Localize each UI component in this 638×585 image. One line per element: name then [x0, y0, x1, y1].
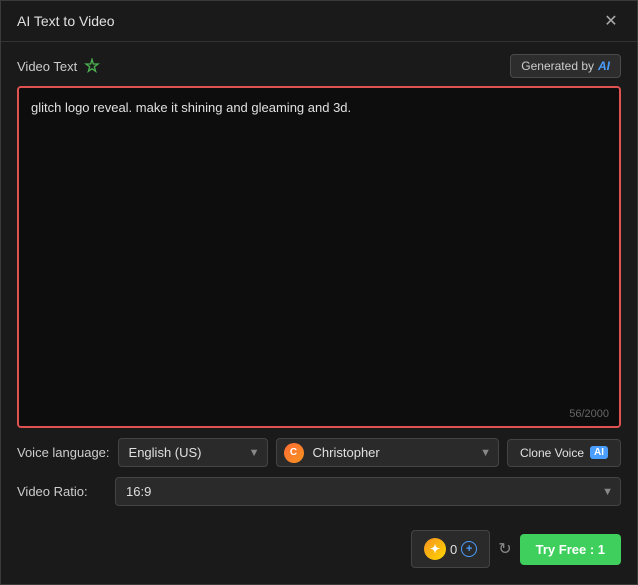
- ai-text-to-video-dialog: AI Text to Video ✕ Video Text Generated …: [0, 0, 638, 585]
- language-select-wrapper: English (US) English (UK) Spanish French…: [118, 438, 268, 467]
- clone-ai-badge: AI: [590, 446, 608, 459]
- footer-row: ✦ 0 + ↻ Try Free : 1: [17, 530, 621, 572]
- try-free-button[interactable]: Try Free : 1: [520, 534, 621, 565]
- voice-select-wrapper: C Christopher ▼: [276, 438, 499, 467]
- add-credit-icon: +: [461, 541, 477, 557]
- credit-amount: 0: [450, 542, 457, 557]
- ratio-select[interactable]: 16:9 9:16 1:1 4:3: [115, 477, 621, 506]
- char-count: 56/2000: [569, 408, 609, 420]
- title-bar: AI Text to Video ✕: [1, 1, 637, 42]
- voice-select[interactable]: Christopher: [276, 438, 499, 467]
- video-text-input[interactable]: glitch logo reveal. make it shining and …: [19, 88, 619, 426]
- generated-by-ai-button[interactable]: Generated by AI: [510, 54, 621, 78]
- dialog-title: AI Text to Video: [17, 13, 115, 29]
- bottom-controls: Voice language: English (US) English (UK…: [17, 428, 621, 516]
- voice-language-label: Voice language:: [17, 445, 110, 460]
- dialog-content: Video Text Generated by AI glitch logo r…: [1, 42, 637, 584]
- clone-voice-button[interactable]: Clone Voice AI: [507, 439, 621, 467]
- ratio-select-wrapper: 16:9 9:16 1:1 4:3 ▼: [115, 477, 621, 506]
- refresh-button[interactable]: ↻: [498, 539, 511, 559]
- field-header: Video Text Generated by AI: [17, 54, 621, 78]
- voice-language-row: Voice language: English (US) English (UK…: [17, 438, 621, 467]
- credit-button[interactable]: ✦ 0 +: [411, 530, 490, 568]
- generated-label: Generated by: [521, 59, 594, 73]
- credit-coin-icon: ✦: [424, 538, 446, 560]
- video-ratio-row: Video Ratio: 16:9 9:16 1:1 4:3 ▼: [17, 477, 621, 506]
- textarea-wrapper: glitch logo reveal. make it shining and …: [17, 86, 621, 428]
- ai-label: AI: [598, 59, 610, 73]
- language-select[interactable]: English (US) English (UK) Spanish French…: [118, 438, 268, 467]
- clone-voice-label: Clone Voice: [520, 446, 584, 460]
- ai-sparkle-icon: [83, 57, 101, 75]
- video-ratio-label: Video Ratio:: [17, 484, 107, 499]
- video-text-label: Video Text: [17, 57, 101, 75]
- close-button[interactable]: ✕: [601, 11, 621, 31]
